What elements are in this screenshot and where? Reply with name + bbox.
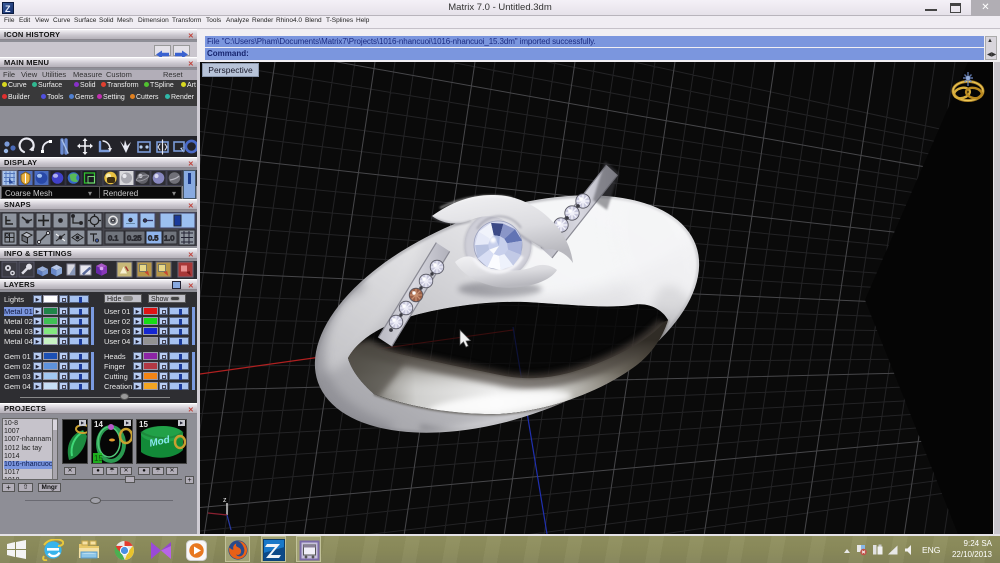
svg-text:0.25: 0.25 [127, 234, 142, 243]
svg-text:1.0: 1.0 [164, 234, 174, 243]
svg-text:15: 15 [94, 454, 103, 463]
svg-text:0.5: 0.5 [148, 234, 158, 243]
svg-text:0.1: 0.1 [108, 234, 118, 243]
svg-text:z: z [223, 497, 227, 504]
